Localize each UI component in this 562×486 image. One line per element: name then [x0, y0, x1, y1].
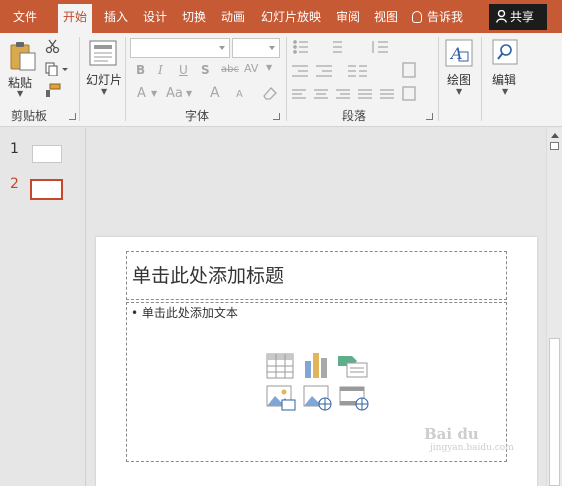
tab-review[interactable]: 审阅: [332, 4, 364, 30]
insert-table-icon[interactable]: [266, 353, 294, 379]
italic-button[interactable]: I: [158, 63, 163, 77]
shrink-font-button[interactable]: A: [236, 89, 243, 100]
title-placeholder[interactable]: 单击此处添加标题: [126, 251, 507, 300]
font-group-label: 字体: [185, 109, 210, 123]
lightbulb-icon: [412, 11, 422, 23]
editing-dropdown-arrow[interactable]: ▼: [502, 87, 508, 96]
character-spacing-button[interactable]: AV: [244, 62, 258, 75]
editing-label[interactable]: 编辑: [492, 71, 516, 88]
insert-smartart-icon[interactable]: [337, 353, 369, 379]
paragraph-group-label: 段落: [342, 109, 367, 123]
text-shadow-button[interactable]: S: [201, 63, 210, 77]
share-button[interactable]: 共享: [489, 4, 547, 30]
font-color-dropdown-arrow[interactable]: ▼: [151, 89, 157, 98]
tab-slideshow[interactable]: 幻灯片放映: [256, 4, 326, 30]
person-icon: [496, 10, 507, 23]
group-separator: [125, 37, 126, 121]
tab-home[interactable]: 开始: [58, 4, 92, 33]
insert-picture-icon[interactable]: [266, 385, 296, 411]
clipboard-group-label: 剪贴板: [11, 109, 48, 123]
find-icon[interactable]: [492, 39, 518, 65]
insert-online-picture-icon[interactable]: [303, 385, 333, 411]
tab-insert[interactable]: 插入: [100, 4, 132, 30]
svg-text:A: A: [449, 44, 463, 63]
baidu-watermark: Bai du jingyan.baidu.com: [424, 425, 514, 453]
vertical-scrollbar[interactable]: [546, 128, 562, 486]
insert-video-icon[interactable]: [339, 385, 369, 411]
scrollbar-thumb[interactable]: [549, 338, 560, 486]
new-slide-dropdown-arrow[interactable]: ▼: [101, 87, 107, 96]
paste-dropdown-arrow[interactable]: ▼: [17, 89, 23, 98]
strikethrough-button[interactable]: abc: [221, 64, 239, 75]
group-separator: [438, 37, 439, 121]
paragraph-launcher-icon[interactable]: [426, 113, 433, 120]
tell-me-label: 告诉我: [427, 10, 464, 24]
slide-thumbnail[interactable]: [32, 145, 62, 163]
tab-design[interactable]: 设计: [139, 4, 171, 30]
tab-animations[interactable]: 动画: [217, 4, 249, 30]
new-slide-icon[interactable]: [89, 40, 117, 66]
watermark-sub: jingyan.baidu.com: [430, 443, 514, 453]
font-name-input[interactable]: [130, 38, 230, 58]
paragraph-icons[interactable]: [292, 39, 432, 103]
drawing-label[interactable]: 绘图: [447, 71, 471, 88]
scroll-position-marker: [550, 142, 559, 150]
format-painter-icon[interactable]: [45, 83, 61, 98]
insert-chart-icon[interactable]: [303, 351, 329, 379]
tell-me-box[interactable]: 告诉我: [412, 4, 463, 30]
chevron-down-icon: [269, 46, 275, 50]
change-case-button[interactable]: Aa: [166, 86, 183, 101]
group-separator: [481, 37, 482, 121]
slide-number: 1: [10, 141, 19, 157]
copy-icon[interactable]: [45, 62, 69, 76]
tab-transitions[interactable]: 切换: [178, 4, 210, 30]
new-slide-label[interactable]: 幻灯片: [86, 71, 122, 88]
tab-view[interactable]: 视图: [370, 4, 402, 30]
paste-icon[interactable]: [9, 41, 37, 71]
shapes-icon[interactable]: A: [445, 39, 473, 67]
tab-file[interactable]: 文件: [4, 4, 46, 30]
clear-formatting-icon[interactable]: [262, 86, 278, 101]
case-dropdown-arrow[interactable]: ▼: [186, 89, 192, 98]
slide-thumbnails-pane: 1 2: [0, 128, 84, 486]
underline-button[interactable]: U: [179, 63, 188, 77]
clipboard-launcher-icon[interactable]: [69, 113, 76, 120]
group-separator: [286, 37, 287, 121]
font-color-button[interactable]: A: [137, 86, 146, 101]
font-size-input[interactable]: [232, 38, 280, 58]
share-label: 共享: [510, 10, 535, 24]
grow-font-button[interactable]: A: [210, 85, 220, 101]
watermark-main: Bai du: [424, 425, 479, 443]
scroll-up-icon[interactable]: [551, 133, 559, 138]
font-launcher-icon[interactable]: [273, 113, 280, 120]
drawing-dropdown-arrow[interactable]: ▼: [456, 87, 462, 96]
bold-button[interactable]: B: [136, 63, 145, 77]
spacing-dropdown-arrow[interactable]: ▼: [266, 63, 272, 72]
content-placeholder-text: • 单击此处添加文本: [131, 306, 238, 320]
chevron-down-icon: [219, 46, 225, 50]
slide-number: 2: [10, 176, 19, 192]
cut-icon[interactable]: [45, 39, 60, 54]
title-placeholder-text: 单击此处添加标题: [132, 265, 285, 287]
ribbon-tab-bar: 文件 开始 插入 设计 切换 动画 幻灯片放映 审阅 视图 告诉我 共享: [0, 0, 562, 33]
slide-thumbnail-selected[interactable]: [30, 179, 63, 200]
group-separator: [79, 37, 80, 121]
ribbon: 粘贴 ▼ 剪贴板 幻灯片 ▼ B I U S abc AV ▼ A ▼ Aa ▼…: [0, 33, 562, 127]
